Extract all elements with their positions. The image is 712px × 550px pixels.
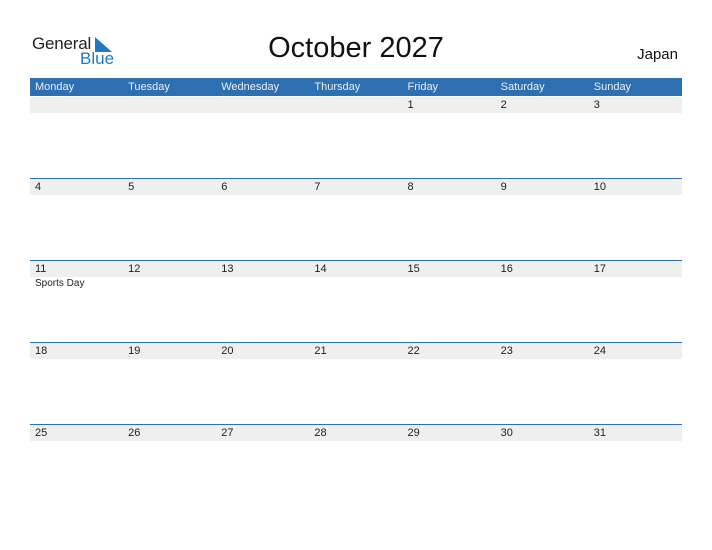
day-number: 16 xyxy=(500,263,513,275)
day-number: 3 xyxy=(593,99,600,111)
day-number: 14 xyxy=(314,263,327,275)
day-number: 9 xyxy=(500,181,507,193)
day-number-row: 11 12 13 14 15 16 17 xyxy=(30,261,682,277)
day-number: 26 xyxy=(128,427,141,439)
day-event xyxy=(589,277,682,290)
day-number: 19 xyxy=(128,345,141,357)
day-number: 21 xyxy=(314,345,327,357)
day-event: Sports Day xyxy=(35,278,85,289)
day-number: 1 xyxy=(407,99,414,111)
day-event xyxy=(403,277,496,290)
day-number xyxy=(309,97,402,113)
calendar-grid: Monday Tuesday Wednesday Thursday Friday… xyxy=(30,78,682,506)
event-row: Sports Day xyxy=(30,277,682,290)
day-number: 12 xyxy=(128,263,141,275)
day-number: 30 xyxy=(500,427,513,439)
day-number: 10 xyxy=(593,181,606,193)
day-number: 25 xyxy=(35,427,48,439)
day-number: 7 xyxy=(314,181,321,193)
day-number: 23 xyxy=(500,345,513,357)
day-event xyxy=(216,277,309,290)
day-number: 24 xyxy=(593,345,606,357)
week-row: 1 2 3 xyxy=(30,96,682,178)
day-number xyxy=(123,97,216,113)
day-event xyxy=(123,277,216,290)
weekday-wednesday: Wednesday xyxy=(221,81,280,93)
day-number: 27 xyxy=(221,427,234,439)
day-number: 4 xyxy=(35,181,42,193)
calendar-title: October 2027 xyxy=(268,32,444,64)
day-number-row: 4 5 6 7 8 9 10 xyxy=(30,179,682,195)
weekday-sunday: Sunday xyxy=(593,81,632,93)
week-row: 18 19 20 21 22 23 24 xyxy=(30,342,682,424)
day-number: 20 xyxy=(221,345,234,357)
day-number-row: 1 2 3 xyxy=(30,97,682,113)
week-row: 25 26 27 28 29 30 31 xyxy=(30,424,682,506)
day-event xyxy=(496,277,589,290)
day-number-row: 18 19 20 21 22 23 24 xyxy=(30,343,682,359)
day-number: 8 xyxy=(407,181,414,193)
day-number: 29 xyxy=(407,427,420,439)
weekday-thursday: Thursday xyxy=(314,81,361,93)
week-row: 4 5 6 7 8 9 10 xyxy=(30,178,682,260)
week-row: 11 12 13 14 15 16 17 Sports Day xyxy=(30,260,682,342)
day-number: 6 xyxy=(221,181,228,193)
day-number: 13 xyxy=(221,263,234,275)
day-event xyxy=(309,277,402,290)
day-number: 2 xyxy=(500,99,507,111)
day-number: 11 xyxy=(35,263,47,275)
weekday-tuesday: Tuesday xyxy=(128,81,170,93)
day-number: 15 xyxy=(407,263,420,275)
day-number: 31 xyxy=(593,427,606,439)
weekday-header: Monday Tuesday Wednesday Thursday Friday… xyxy=(30,78,682,96)
weekday-friday: Friday xyxy=(407,81,439,93)
day-number: 18 xyxy=(35,345,48,357)
day-number xyxy=(30,97,123,113)
day-number: 22 xyxy=(407,345,420,357)
weekday-monday: Monday xyxy=(35,81,75,93)
day-number: 5 xyxy=(128,181,135,193)
day-number: 28 xyxy=(314,427,327,439)
day-number-row: 25 26 27 28 29 30 31 xyxy=(30,425,682,441)
day-number xyxy=(216,97,309,113)
weekday-saturday: Saturday xyxy=(500,81,545,93)
country-label: Japan xyxy=(637,46,678,63)
day-number: 17 xyxy=(593,263,606,275)
